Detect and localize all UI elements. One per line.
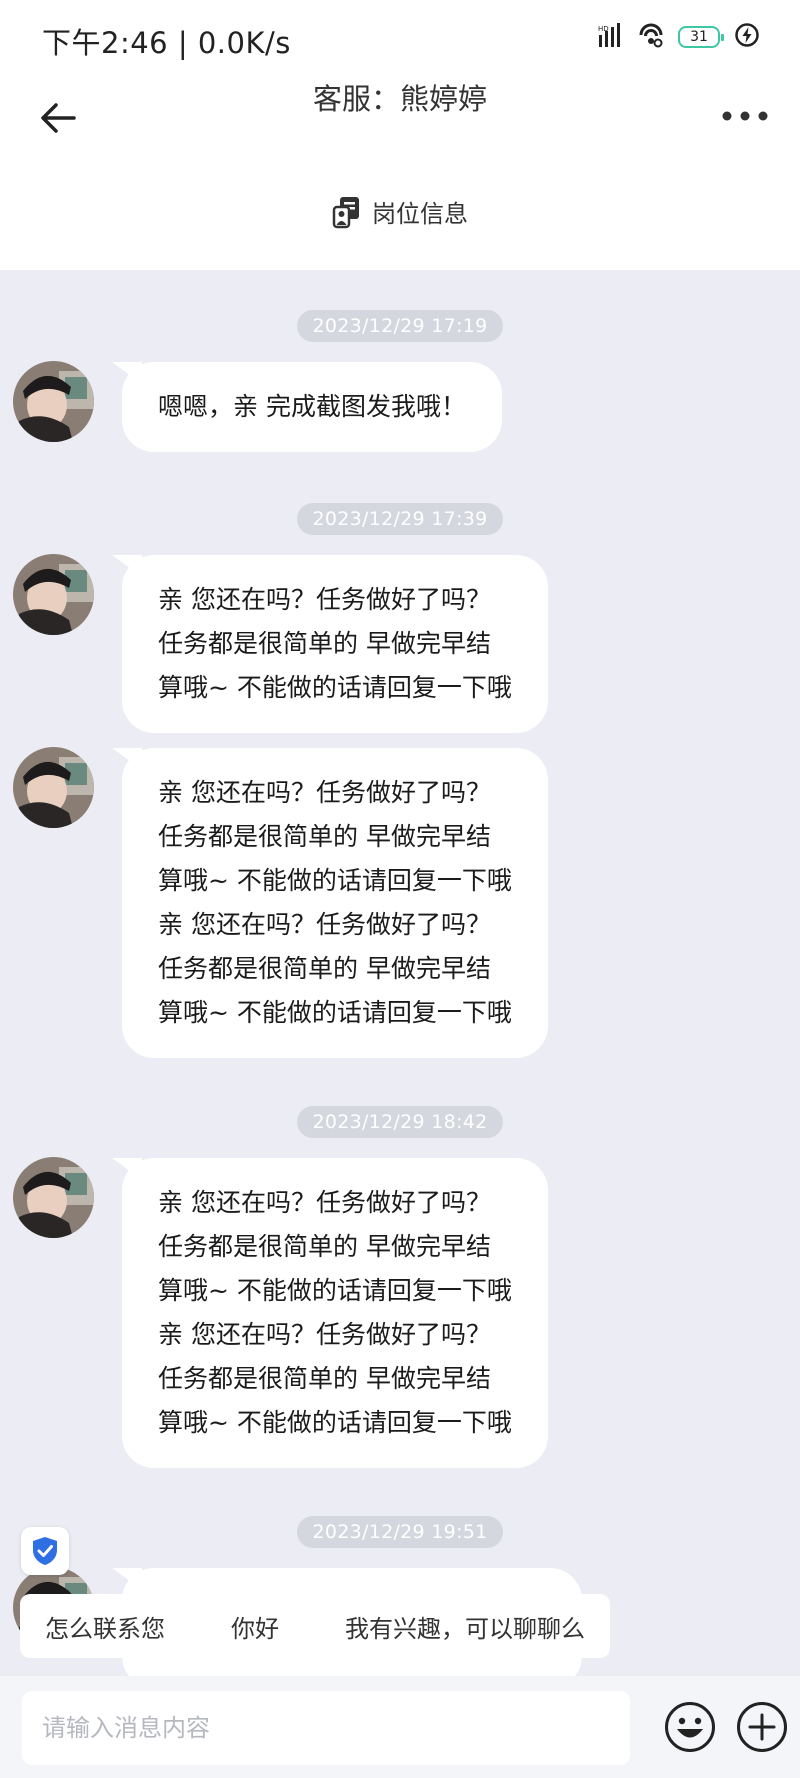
wifi-icon [638, 22, 664, 52]
message-bubble: 亲 您还在吗？任务做好了吗？ 任务都是很简单的 早做完早结 算哦~ 不能做的话请… [122, 555, 548, 733]
avatar[interactable] [13, 1157, 94, 1238]
page-title: 客服：熊婷婷 [312, 82, 487, 116]
battery-icon: 31 [678, 26, 724, 48]
chat-header: 客服：熊婷婷 岗位信息 [0, 70, 800, 270]
status-bar: 下午2:46 | 0.0K/s HD 31 [0, 0, 800, 76]
timestamp: 2023/12/29 17:19 [0, 310, 800, 342]
more-dots-icon [722, 111, 768, 121]
job-card-icon [332, 196, 359, 228]
security-badge-button[interactable] [21, 1527, 69, 1575]
input-bar [0, 1676, 800, 1778]
plus-button[interactable] [736, 1701, 788, 1753]
status-time: 下午2:46 | 0.0K/s [42, 26, 291, 60]
timestamp-text: 2023/12/29 18:42 [297, 1106, 503, 1138]
smiley-icon [665, 1702, 715, 1752]
quick-reply-button[interactable]: 我有兴趣，可以聊聊么 [320, 1594, 610, 1658]
battery-level: 31 [690, 29, 708, 45]
cellular-signal-icon: HD [598, 23, 624, 51]
message-bubble: 亲 您还在吗？任务做好了吗？ 任务都是很简单的 早做完早结 算哦~ 不能做的话请… [122, 1158, 548, 1468]
shield-check-icon [33, 1537, 57, 1565]
avatar-photo-icon [13, 554, 94, 635]
job-info-button[interactable]: 岗位信息 [0, 194, 800, 229]
emoji-button[interactable] [664, 1701, 716, 1753]
avatar-photo-icon [13, 1157, 94, 1238]
charging-icon [734, 22, 760, 52]
avatar-photo-icon [13, 361, 94, 442]
message-bubble: 嗯嗯，亲 完成截图发我哦！ [122, 362, 502, 452]
job-info-label: 岗位信息 [372, 200, 468, 228]
plus-circle-icon [737, 1702, 787, 1752]
chat-area[interactable]: 2023/12/29 17:19 嗯嗯，亲 完成截图发我哦！ 2023/12/2… [0, 270, 800, 1676]
quick-replies: 怎么联系您 你好 我有兴趣，可以聊聊么 [20, 1594, 610, 1658]
avatar[interactable] [13, 554, 94, 635]
more-options-button[interactable] [720, 104, 770, 128]
timestamp-text: 2023/12/29 17:39 [297, 503, 503, 535]
timestamp-text: 2023/12/29 17:19 [297, 310, 503, 342]
avatar[interactable] [13, 361, 94, 442]
message-bubble: 亲 您还在吗？任务做好了吗？ 任务都是很简单的 早做完早结 算哦~ 不能做的话请… [122, 748, 548, 1058]
avatar[interactable] [13, 747, 94, 828]
timestamp: 2023/12/29 17:39 [0, 503, 800, 535]
avatar-photo-icon [13, 747, 94, 828]
quick-reply-button[interactable]: 怎么联系您 [20, 1594, 190, 1658]
status-icons: HD 31 [598, 22, 760, 52]
message-input[interactable] [22, 1691, 630, 1765]
quick-reply-button[interactable]: 你好 [206, 1594, 304, 1658]
timestamp: 2023/12/29 18:42 [0, 1106, 800, 1138]
timestamp-text: 2023/12/29 19:51 [297, 1516, 503, 1548]
timestamp: 2023/12/29 19:51 [0, 1516, 800, 1548]
